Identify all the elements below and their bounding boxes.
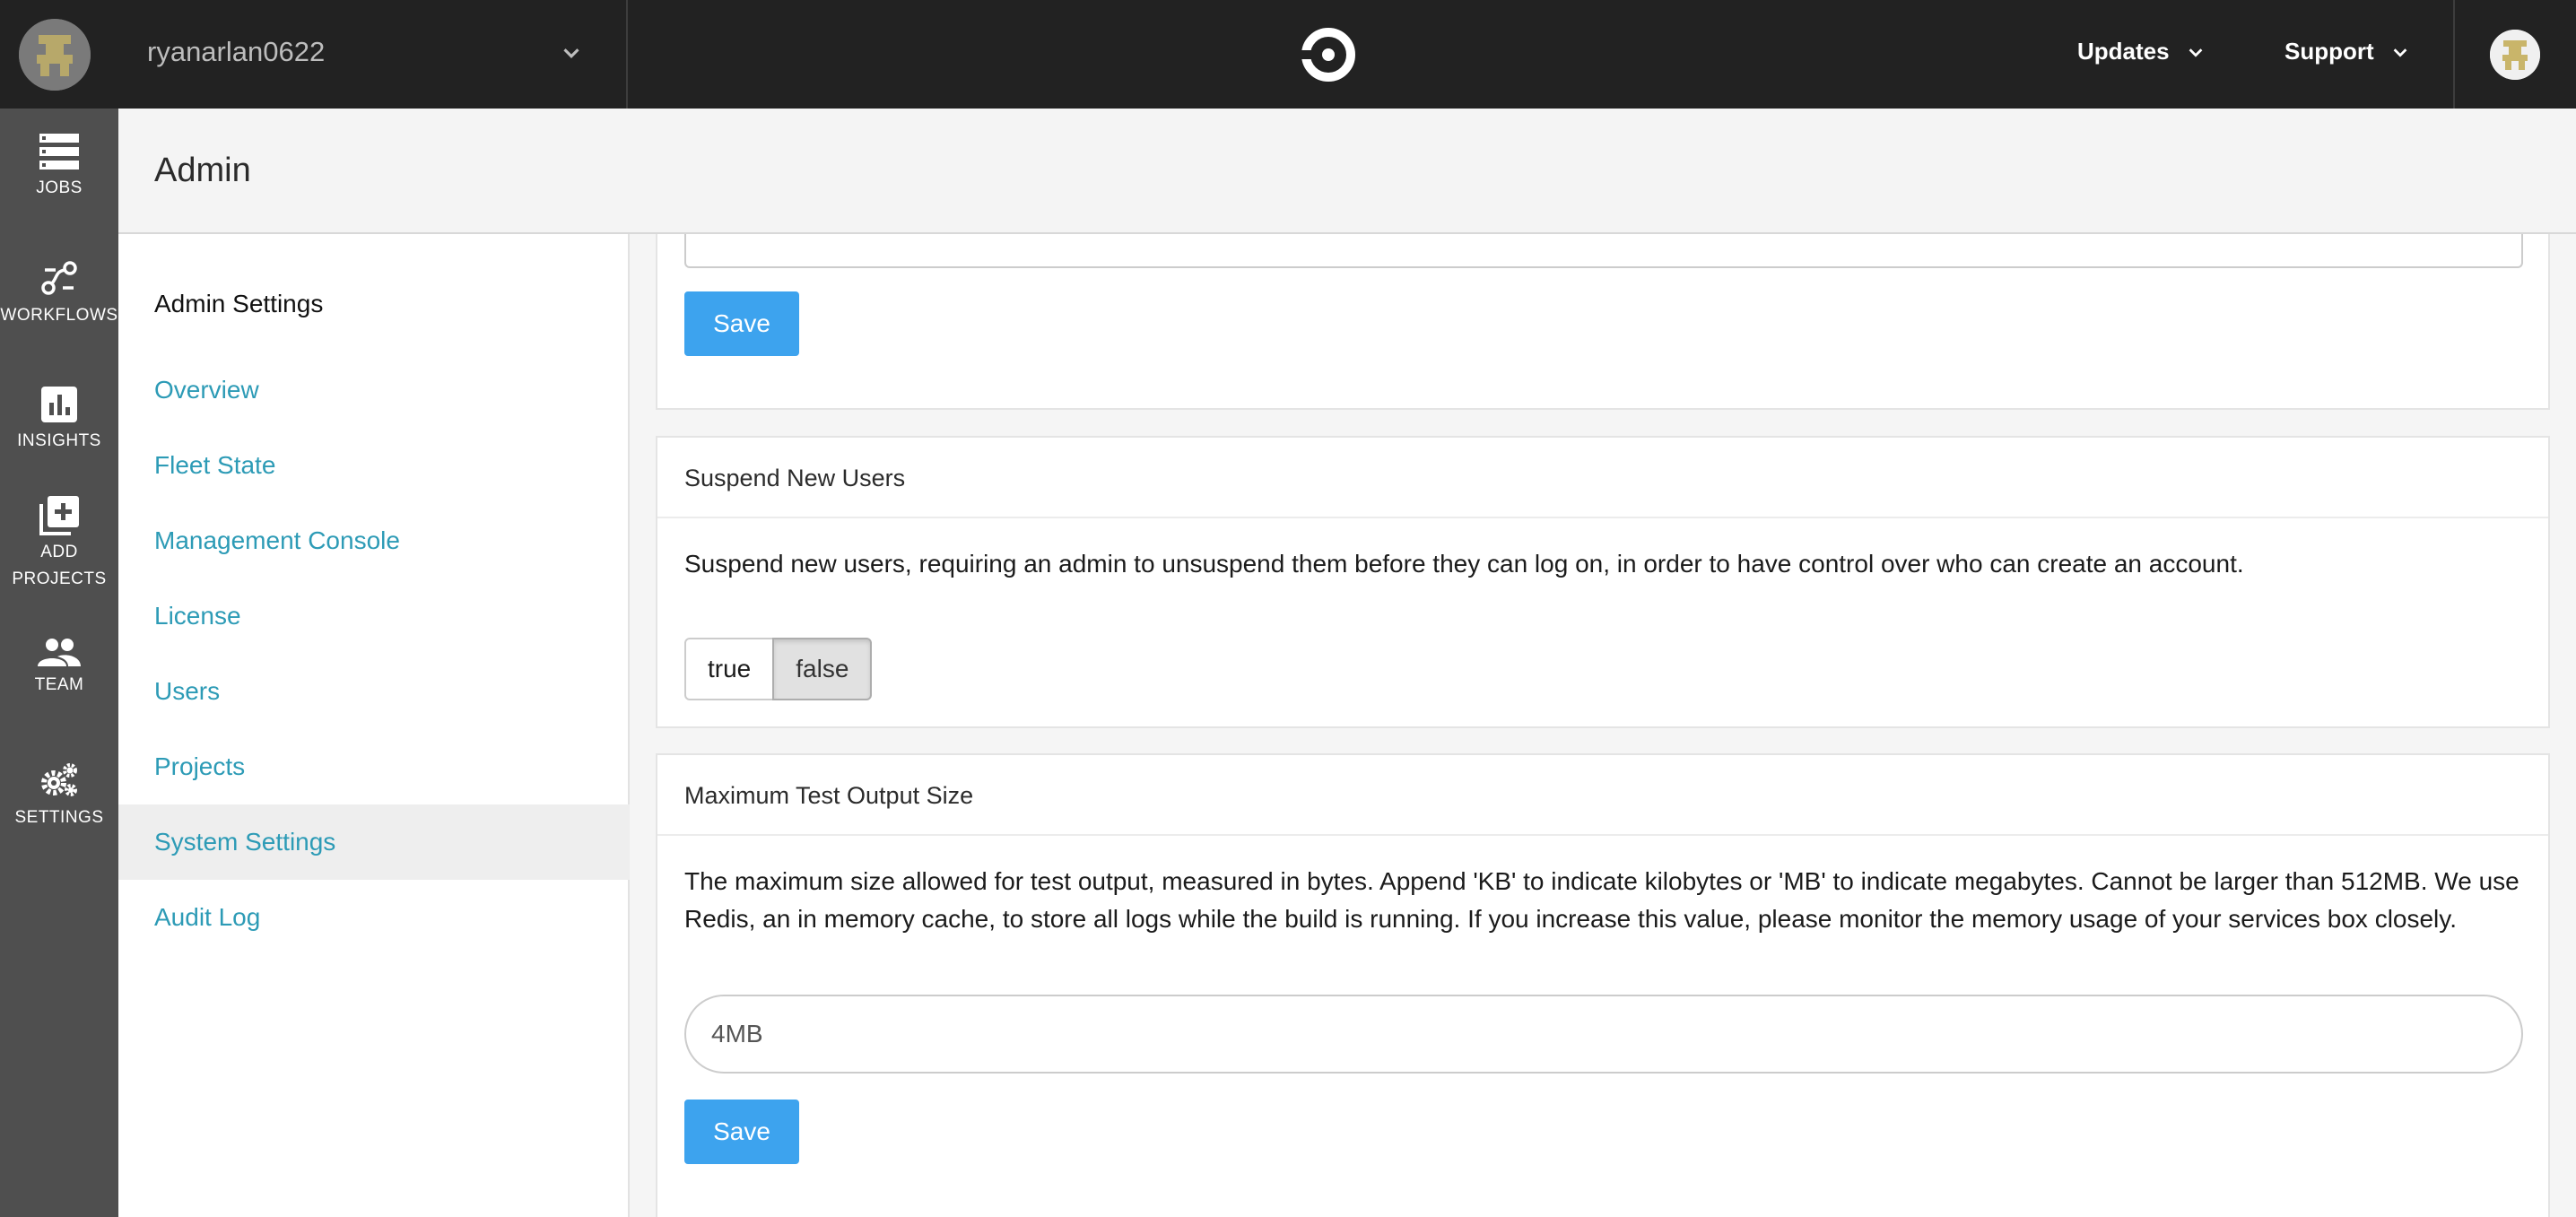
sidebar-item-label: TEAM: [34, 675, 84, 694]
max-test-output-size-card: Maximum Test Output Size The maximum siz…: [656, 753, 2550, 1217]
sidebar-item-label: PROJECTS: [12, 569, 107, 588]
top-bar: ryanarlan0622 Updates Support: [0, 0, 2576, 109]
setting-description: Suspend new users, requiring an admin to…: [684, 550, 2244, 578]
sidebar-item-jobs[interactable]: JOBS: [0, 134, 118, 198]
setting-title: Maximum Test Output Size: [657, 755, 2548, 836]
user-menu[interactable]: [2453, 0, 2576, 109]
sidebar-item-settings[interactable]: SETTINGS: [0, 761, 118, 828]
support-label: Support: [2284, 38, 2374, 65]
previous-setting-input[interactable]: [684, 234, 2523, 268]
updates-menu[interactable]: Updates: [2077, 38, 2206, 65]
sidebar-item-label: ADD: [40, 543, 78, 561]
settings-gears-icon: [41, 763, 77, 796]
sidebar-item-workflows[interactable]: WORKFLOWS: [0, 259, 118, 326]
nav-link-users[interactable]: Users: [118, 654, 630, 729]
toggle-false-button[interactable]: false: [772, 638, 873, 700]
org-name: ryanarlan0622: [147, 36, 326, 67]
org-avatar: [19, 19, 91, 91]
org-switcher[interactable]: ryanarlan0622: [0, 0, 628, 109]
jobs-list-icon: [39, 134, 79, 170]
add-projects-icon: [39, 496, 79, 535]
setting-description: The maximum size allowed for test output…: [684, 867, 2519, 933]
nav-link-fleet-state[interactable]: Fleet State: [118, 428, 630, 503]
nav-link-system-settings[interactable]: System Settings: [118, 804, 630, 880]
settings-card-previous: Save: [656, 234, 2550, 410]
main-sidebar: JOBS WORKFLOWS INSIGHTS ADD PROJECTS TEA…: [0, 109, 118, 1217]
chevron-down-icon: [563, 48, 579, 58]
support-menu[interactable]: Support: [2284, 38, 2410, 65]
nav-link-license[interactable]: License: [118, 578, 630, 654]
sidebar-item-label: INSIGHTS: [17, 431, 101, 450]
circleci-logo-icon[interactable]: [1301, 27, 1356, 83]
team-people-icon: [38, 639, 81, 666]
suspend-new-users-card: Suspend New Users Suspend new users, req…: [656, 436, 2550, 728]
nav-link-audit-log[interactable]: Audit Log: [118, 880, 630, 955]
user-avatar: [2490, 30, 2540, 80]
save-button[interactable]: Save: [684, 1100, 799, 1164]
settings-nav-title: Admin Settings: [154, 290, 324, 317]
page-header: Admin: [118, 109, 2576, 234]
nav-link-management-console[interactable]: Management Console: [118, 503, 630, 578]
workflows-icon: [41, 261, 77, 295]
save-button[interactable]: Save: [684, 291, 799, 356]
sidebar-item-insights[interactable]: INSIGHTS: [0, 387, 118, 451]
sidebar-item-label: WORKFLOWS: [0, 306, 118, 325]
chevron-down-icon: [2189, 48, 2202, 57]
chevron-down-icon: [2393, 48, 2407, 57]
toggle-true-button[interactable]: true: [684, 638, 775, 700]
setting-title: Suspend New Users: [657, 438, 2548, 518]
admin-settings-nav: Admin Settings Overview Fleet State Mana…: [118, 234, 630, 1217]
nav-link-projects[interactable]: Projects: [118, 729, 630, 804]
suspend-toggle-group: true false: [684, 638, 873, 700]
sidebar-item-add-projects[interactable]: ADD PROJECTS: [0, 496, 118, 593]
system-settings-content: Save Suspend New Users Suspend new users…: [630, 234, 2576, 1217]
max-output-size-input[interactable]: [684, 995, 2523, 1074]
page-title: Admin: [154, 152, 251, 189]
nav-link-overview[interactable]: Overview: [118, 352, 630, 428]
sidebar-item-team[interactable]: TEAM: [0, 638, 118, 695]
sidebar-item-label: JOBS: [36, 178, 83, 197]
insights-chart-icon: [41, 387, 77, 422]
sidebar-item-label: SETTINGS: [14, 808, 104, 827]
updates-label: Updates: [2077, 38, 2170, 65]
